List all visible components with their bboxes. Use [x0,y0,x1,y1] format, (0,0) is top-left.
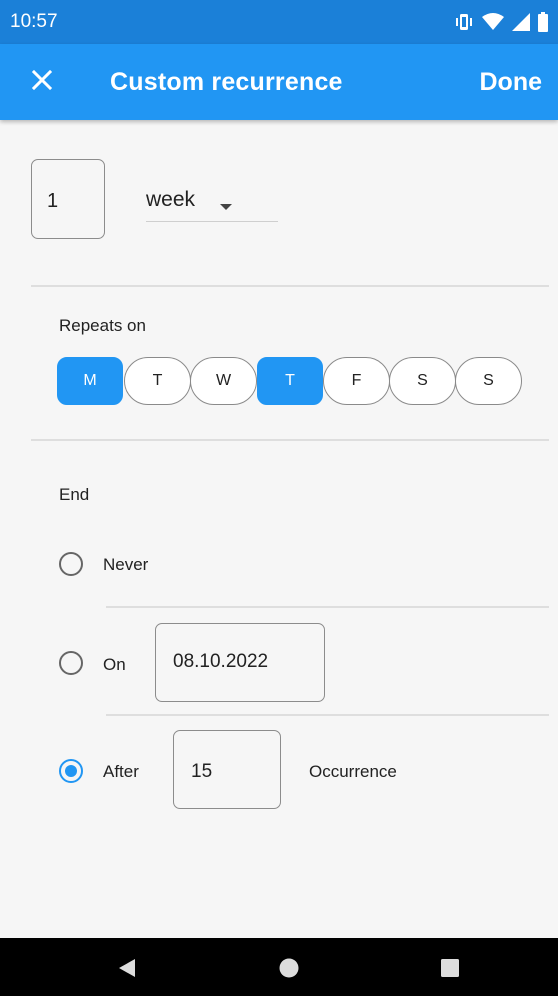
status-time: 10:57 [10,11,58,32]
never-radio[interactable] [59,552,83,576]
navigation-bar [0,938,558,996]
day-chip-sunday[interactable]: S [455,357,522,405]
day-chip-wednesday[interactable]: W [190,357,257,405]
never-label: Never [103,555,149,574]
home-icon[interactable] [279,958,299,983]
page-title: Custom recurrence [110,68,343,96]
after-radio[interactable] [59,759,83,783]
day-chip-friday[interactable]: F [323,357,390,405]
occurrence-count-field[interactable]: 15 [173,730,281,809]
on-radio[interactable] [59,651,83,675]
day-chip-monday[interactable]: M [57,357,123,405]
app-bar: Custom recurrence Done [0,44,558,120]
divider [106,714,549,716]
after-label: After [103,762,139,781]
divider [31,285,549,287]
on-label: On [103,655,126,674]
battery-icon [538,12,548,32]
vibrate-icon [454,13,474,31]
status-bar: 10:57 [0,0,558,44]
caret-down-icon [219,198,233,216]
back-icon[interactable] [117,958,137,983]
unit-dropdown[interactable]: week [146,180,278,222]
close-icon [31,69,53,95]
done-button[interactable]: Done [480,68,543,97]
unit-dropdown-value: week [146,188,196,211]
recents-icon[interactable] [441,959,459,982]
end-date-field[interactable]: 08.10.2022 [155,623,325,702]
occurrence-label: Occurrence [309,762,397,781]
wifi-icon [482,13,504,31]
divider [31,439,549,441]
close-button[interactable] [26,66,58,98]
divider [106,606,549,608]
day-selector: M T W T F S S [57,357,523,405]
signal-icon [512,13,530,31]
day-chip-tuesday[interactable]: T [124,357,191,405]
end-label: End [59,485,90,504]
interval-input[interactable]: 1 [31,159,105,239]
status-icons [454,12,548,32]
repeats-on-label: Repeats on [59,316,146,335]
day-chip-saturday[interactable]: S [389,357,456,405]
day-chip-thursday[interactable]: T [257,357,323,405]
